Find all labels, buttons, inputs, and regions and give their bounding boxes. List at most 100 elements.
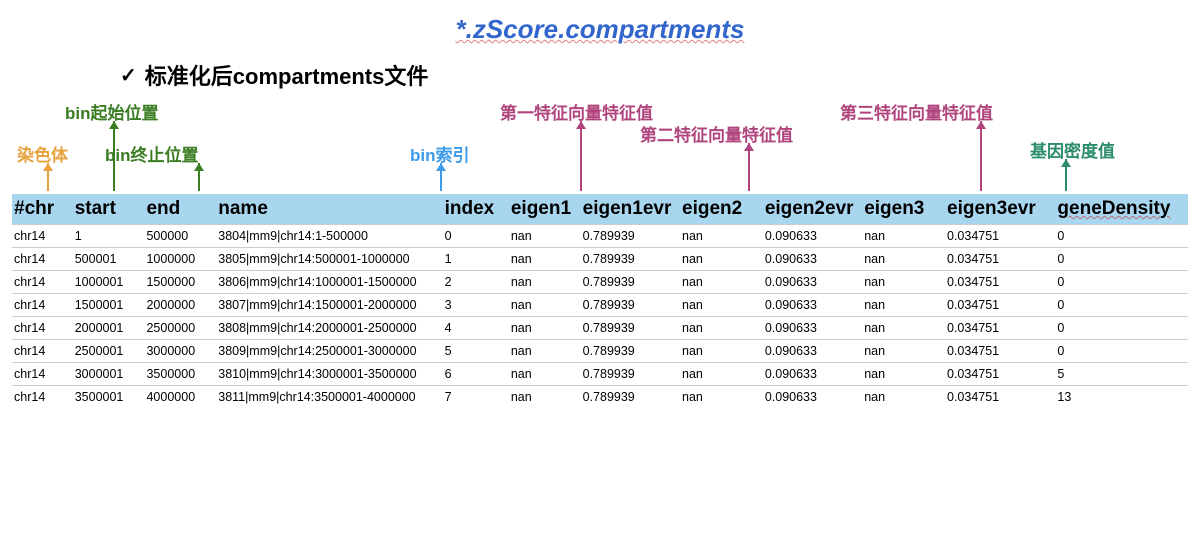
- table-cell: 1: [443, 248, 509, 271]
- table-cell: 0.034751: [945, 294, 1055, 317]
- table-cell: nan: [509, 386, 581, 409]
- table-cell: 0.090633: [763, 271, 862, 294]
- table-cell: 0.034751: [945, 363, 1055, 386]
- arrow-head-eig2: [744, 143, 754, 151]
- table-cell: 3: [443, 294, 509, 317]
- table-cell: nan: [862, 225, 945, 248]
- table-cell: 3805|mm9|chr14:500001-1000000: [216, 248, 442, 271]
- table-row: chr1415000003804|mm9|chr14:1-5000000nan0…: [12, 225, 1188, 248]
- table-cell: 3807|mm9|chr14:1500001-2000000: [216, 294, 442, 317]
- table-cell: nan: [680, 340, 763, 363]
- table-cell: 3810|mm9|chr14:3000001-3500000: [216, 363, 442, 386]
- table-cell: 0.034751: [945, 386, 1055, 409]
- arrow-head-gd: [1061, 159, 1071, 167]
- table-cell: nan: [680, 225, 763, 248]
- table-cell: 2000001: [73, 317, 145, 340]
- table-cell: nan: [680, 386, 763, 409]
- table-cell: nan: [862, 271, 945, 294]
- table-cell: chr14: [12, 317, 73, 340]
- file-pattern-title: *.zScore.compartments: [0, 0, 1200, 45]
- table-cell: nan: [509, 294, 581, 317]
- col-header: #chr: [12, 194, 73, 225]
- table-cell: 2500000: [144, 317, 216, 340]
- arrow-head-chr: [43, 163, 53, 171]
- table-cell: 3500000: [144, 363, 216, 386]
- arrow-stem-eig3: [980, 121, 982, 191]
- table-cell: nan: [680, 317, 763, 340]
- table-cell: 0.034751: [945, 340, 1055, 363]
- table-cell: nan: [680, 294, 763, 317]
- table-cell: 0.034751: [945, 248, 1055, 271]
- table-cell: chr14: [12, 340, 73, 363]
- table-cell: 1000000: [144, 248, 216, 271]
- table-cell: chr14: [12, 248, 73, 271]
- table-row: chr14350000140000003811|mm9|chr14:350000…: [12, 386, 1188, 409]
- table-cell: 3500001: [73, 386, 145, 409]
- subtitle-text: 标准化后compartments文件: [145, 59, 429, 91]
- table-cell: 0.789939: [581, 248, 680, 271]
- arrow-head-index: [436, 163, 446, 171]
- table-row: chr14150000120000003807|mm9|chr14:150000…: [12, 294, 1188, 317]
- table-cell: nan: [862, 363, 945, 386]
- table-cell: 0.789939: [581, 363, 680, 386]
- table-cell: 0: [1055, 340, 1188, 363]
- check-icon: ✓: [120, 63, 137, 88]
- table-cell: 3000000: [144, 340, 216, 363]
- table-header-row: #chrstartendnameindexeigen1eigen1evreige…: [12, 194, 1188, 225]
- table-cell: 3811|mm9|chr14:3500001-4000000: [216, 386, 442, 409]
- subtitle-row: ✓ 标准化后compartments文件: [0, 59, 1200, 91]
- table-cell: 3808|mm9|chr14:2000001-2500000: [216, 317, 442, 340]
- table-cell: 1500001: [73, 294, 145, 317]
- table-cell: nan: [862, 248, 945, 271]
- table-cell: 0.090633: [763, 225, 862, 248]
- table-cell: 500001: [73, 248, 145, 271]
- table-row: chr14200000125000003808|mm9|chr14:200000…: [12, 317, 1188, 340]
- table-cell: nan: [680, 271, 763, 294]
- table-cell: 3806|mm9|chr14:1000001-1500000: [216, 271, 442, 294]
- table-cell: 2500001: [73, 340, 145, 363]
- col-header: start: [73, 194, 145, 225]
- table-cell: 3809|mm9|chr14:2500001-3000000: [216, 340, 442, 363]
- table-cell: 0.090633: [763, 386, 862, 409]
- table-cell: 0: [1055, 271, 1188, 294]
- data-table-wrap: #chrstartendnameindexeigen1eigen1evreige…: [12, 194, 1188, 408]
- col-header: eigen2: [680, 194, 763, 225]
- table-cell: 7: [443, 386, 509, 409]
- annotation-area: 染色体bin起始位置bin终止位置bin索引第一特征向量特征值第二特征向量特征值…: [0, 99, 1200, 194]
- col-header: name: [216, 194, 442, 225]
- table-cell: nan: [862, 294, 945, 317]
- arrow-head-eig3: [976, 121, 986, 129]
- annot-gd: 基因密度值: [1030, 137, 1115, 162]
- table-cell: 0.034751: [945, 225, 1055, 248]
- table-cell: nan: [509, 248, 581, 271]
- table-cell: 4: [443, 317, 509, 340]
- table-cell: chr14: [12, 363, 73, 386]
- table-cell: nan: [509, 271, 581, 294]
- table-cell: nan: [862, 317, 945, 340]
- table-body: chr1415000003804|mm9|chr14:1-5000000nan0…: [12, 225, 1188, 409]
- table-cell: 0.090633: [763, 340, 862, 363]
- col-header: eigen2evr: [763, 194, 862, 225]
- table-cell: nan: [680, 363, 763, 386]
- table-cell: chr14: [12, 294, 73, 317]
- annot-eig3: 第三特征向量特征值: [840, 99, 993, 124]
- table-cell: nan: [862, 386, 945, 409]
- table-cell: nan: [509, 340, 581, 363]
- annot-eig2: 第二特征向量特征值: [640, 121, 793, 146]
- table-cell: 3000001: [73, 363, 145, 386]
- table-cell: 0.789939: [581, 271, 680, 294]
- col-header: eigen3evr: [945, 194, 1055, 225]
- arrow-stem-eig1: [580, 121, 582, 191]
- table-row: chr14250000130000003809|mm9|chr14:250000…: [12, 340, 1188, 363]
- table-cell: nan: [509, 317, 581, 340]
- table-cell: nan: [509, 225, 581, 248]
- table-cell: 2000000: [144, 294, 216, 317]
- table-cell: 0.034751: [945, 271, 1055, 294]
- table-cell: 5: [1055, 363, 1188, 386]
- col-header: eigen1: [509, 194, 581, 225]
- table-cell: 0.789939: [581, 317, 680, 340]
- col-header: eigen1evr: [581, 194, 680, 225]
- table-cell: 2: [443, 271, 509, 294]
- table-row: chr14100000115000003806|mm9|chr14:100000…: [12, 271, 1188, 294]
- table-cell: nan: [680, 248, 763, 271]
